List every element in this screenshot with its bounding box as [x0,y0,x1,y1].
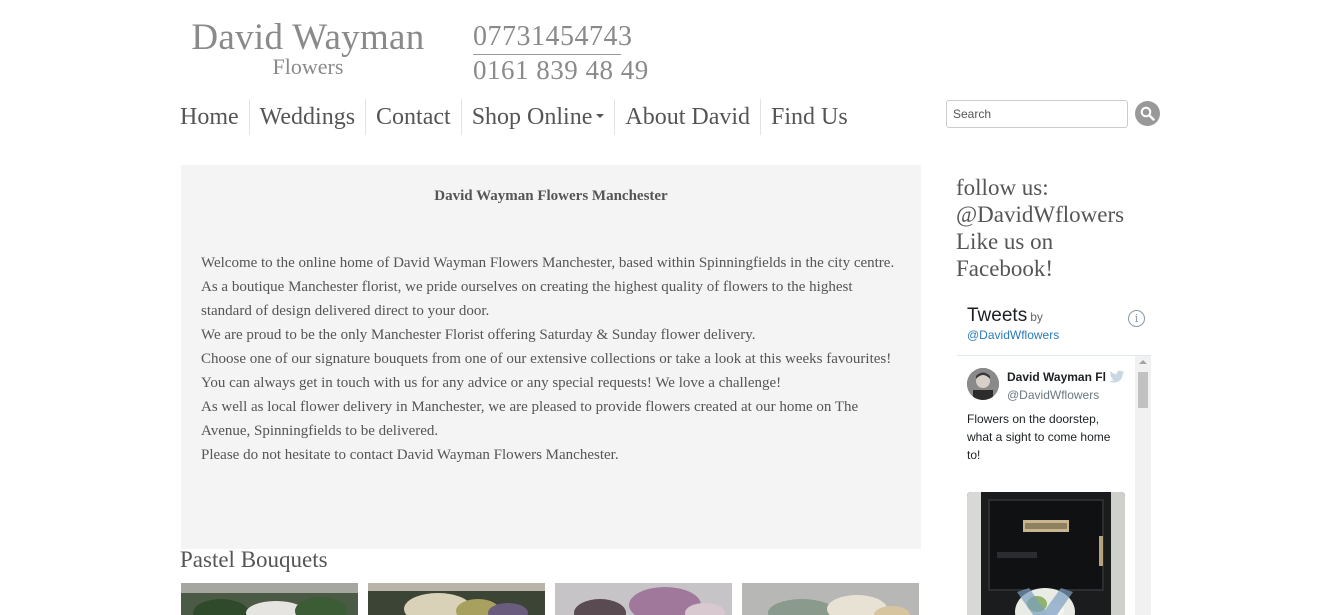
scroll-up-arrow-icon[interactable] [1139,360,1147,364]
section-heading: Pastel Bouquets [180,547,328,572]
follow-line: follow us: [956,175,1049,200]
search-icon [1140,106,1155,121]
tweet-author-handle[interactable]: @DavidWflowers [1007,388,1099,402]
nav-weddings[interactable]: Weddings [250,99,367,135]
search-button[interactable] [1135,101,1160,126]
twitter-scrollbar[interactable] [1135,356,1151,615]
twitter-timeline: Tweets by @DavidWflowers i David Wayman F… [956,298,1151,615]
scrollbar-thumb[interactable] [1138,372,1148,408]
product-thumbnail[interactable] [742,583,919,615]
twitter-bird-icon[interactable] [1109,370,1125,389]
phone-mobile[interactable]: 07731454743 [473,22,632,55]
search-input[interactable] [946,100,1128,128]
paragraph: Choose one of our signature bouquets fro… [201,351,892,367]
paragraph: We are proud to be the only Manchester F… [201,327,756,343]
nav-home[interactable]: Home [180,99,250,135]
tweet-photo[interactable] [967,492,1125,615]
paragraph: You can always get in touch with us for … [201,375,782,391]
bouquet-image [181,583,358,615]
logo-name: David Wayman [191,17,425,58]
nav-about-david[interactable]: About David [615,99,762,135]
avatar[interactable] [967,368,999,400]
follow-line[interactable]: Facebook! [956,255,1124,282]
nav-shop-online-label: Shop Online [471,104,593,130]
bouquet-image [742,583,919,615]
twitter-title[interactable]: Tweets [967,305,1027,326]
twitter-by: by [1030,310,1043,324]
product-thumbnail[interactable] [555,583,732,615]
phone-numbers: 07731454743 0161 839 48 49 [473,22,649,85]
paragraph: As well as local flower delivery in Manc… [201,399,859,439]
paragraph: As a boutique Manchester florist, we pri… [201,279,853,319]
twitter-header: Tweets by @DavidWflowers i [957,299,1149,355]
site-logo[interactable]: David Wayman Flowers [188,17,428,79]
logo-sub: Flowers [272,54,344,79]
twitter-feed: David Wayman Fl @DavidWflowers Flowers o… [957,355,1151,615]
product-thumbnails [181,583,919,615]
page-title: David Wayman Flowers Manchester [434,188,668,204]
tweet-text: Flowers on the doorstep, what a sight to… [967,412,1111,462]
nav-shop-online[interactable]: Shop Online [462,99,616,135]
welcome-text: Welcome to the online home of David Waym… [201,251,901,467]
twitter-handle[interactable]: @DavidWflowers [967,328,1139,342]
info-icon[interactable]: i [1128,310,1145,327]
main-nav: Home Weddings Contact Shop Online About … [180,99,858,135]
phone-landline[interactable]: 0161 839 48 49 [473,55,649,85]
product-thumbnail[interactable] [181,583,358,615]
bouquet-image [368,583,545,615]
follow-line[interactable]: @DavidWflowers [956,201,1124,228]
paragraph: Please do not hesitate to contact David … [201,447,619,463]
follow-text: follow us: @DavidWflowers Like us on Fac… [956,174,1124,282]
doorstep-image [967,492,1125,615]
tweet-author-name[interactable]: David Wayman Fl [1007,370,1111,384]
caret-down-icon [596,114,605,119]
welcome-panel: David Wayman Flowers Manchester Welcome … [181,165,921,549]
bouquet-image [555,583,732,615]
paragraph: Welcome to the online home of David Waym… [201,255,895,271]
nav-find-us[interactable]: Find Us [761,99,858,135]
avatar-image [967,368,999,400]
product-thumbnail[interactable] [368,583,545,615]
follow-line: Like us on [956,229,1054,254]
nav-contact[interactable]: Contact [366,99,462,135]
